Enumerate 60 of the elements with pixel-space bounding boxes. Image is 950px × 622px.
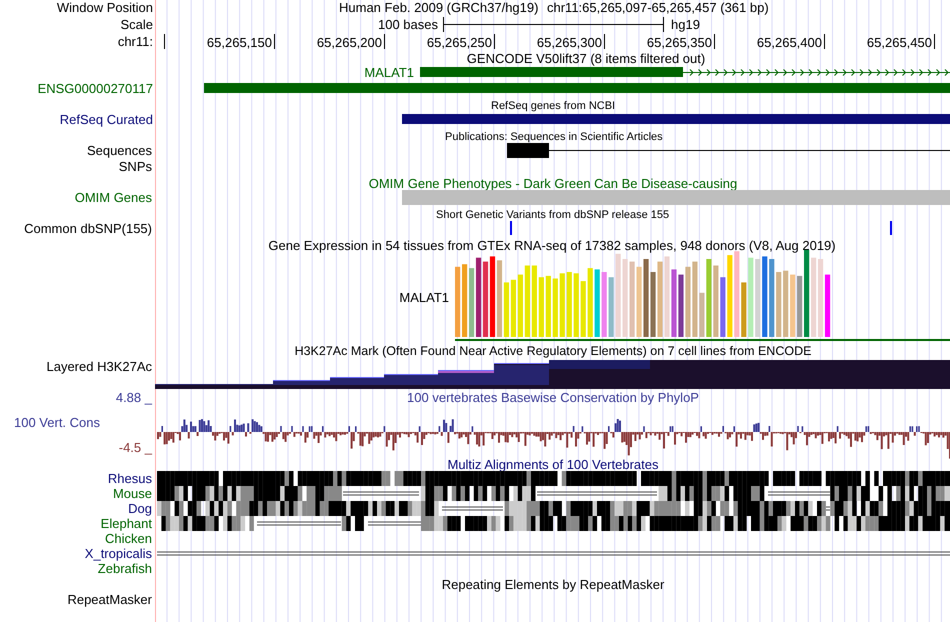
species-label[interactable]: Zebrafish (98, 561, 152, 576)
species-label[interactable]: X_tropicalis (84, 546, 152, 561)
track-label[interactable]: RefSeq Curated (60, 112, 153, 127)
axis-max: 4.88 _ (116, 390, 152, 405)
ruler-tick (934, 34, 935, 50)
row-label: Window Position (56, 0, 153, 15)
track-label[interactable]: Sequences (86, 143, 152, 158)
ruler-label: 65,265,350 (646, 35, 712, 50)
axis-min: -4.5 _ (118, 440, 152, 455)
signal-drawing[interactable] (155, 360, 950, 389)
gene-label[interactable]: MALAT1 (399, 290, 449, 305)
position-text: chr11:65,265,097-65,265,457 (361 bp) (547, 0, 769, 15)
track-title: Gene Expression in 54 tissues from GTEx RNA-seq of 17382 samples, 948 donors (V8, Aug 2019) (268, 238, 836, 253)
track-title: Short Genetic Variants from dbSNP release 155 (436, 209, 670, 221)
ruler-tick (274, 34, 275, 50)
ruler-tick (164, 34, 165, 50)
species-label[interactable]: Chicken (105, 531, 152, 546)
track-title: GENCODE V50lift37 (8 items filtered out) (466, 51, 706, 66)
track-title: Publications: Sequences in Scientific Articles (445, 131, 663, 143)
conservation-plot-drawing[interactable] (157, 419, 950, 459)
ruler-tick (824, 34, 825, 50)
track-title: Repeating Elements by RepeatMasker (442, 577, 664, 592)
track-title: 100 vertebrates Basewise Conservation by PhyloP (407, 390, 699, 405)
species-label[interactable]: Mouse (112, 486, 152, 501)
track-label[interactable]: Layered H3K27Ac (46, 359, 152, 374)
ruler-label: 65,265,250 (426, 35, 492, 50)
assembly-title: Human Feb. 2009 (GRCh37/hg19) (339, 0, 538, 15)
scale-length: 100 bases (378, 17, 438, 32)
track-label[interactable]: SNPs (118, 159, 152, 174)
row-label: Scale (120, 17, 153, 32)
alignment-row-drawing[interactable] (157, 501, 950, 516)
row-label: chr11: (118, 34, 153, 49)
ruler-tick (604, 34, 605, 50)
gene-label[interactable]: MALAT1 (364, 65, 414, 80)
ruler-label: 65,265,300 (536, 35, 602, 50)
ruler-label: 65,265,200 (316, 35, 382, 50)
track-title: OMIM Gene Phenotypes - Dark Green Can Be Disease-causing (368, 176, 738, 191)
species-label[interactable]: Elephant (100, 516, 152, 531)
alignment-row-drawing[interactable] (157, 486, 950, 501)
track-title: H3K27Ac Mark (Often Found Near Active Regulatory Elements) on 7 cell lines from ENCODE (294, 344, 812, 358)
track-label[interactable]: ENSG00000270117 (38, 81, 153, 96)
ruler-tick (494, 34, 495, 50)
track-label[interactable]: Common dbSNP(155) (24, 221, 152, 236)
ruler-label: 65,265,450 (866, 35, 932, 50)
ruler-label: 65,265,150 (206, 35, 272, 50)
alignment-row-drawing[interactable] (157, 471, 950, 486)
ruler-label: 65,265,400 (756, 35, 822, 50)
track-label[interactable]: 100 Vert. Cons (14, 415, 100, 430)
alignment-row-drawing[interactable] (161, 516, 950, 531)
scale-assembly: hg19 (671, 17, 700, 32)
track-label[interactable]: RepeatMasker (67, 592, 152, 607)
sequence-feature[interactable] (507, 143, 950, 158)
species-label[interactable]: Dog (128, 501, 152, 516)
ruler-tick (384, 34, 385, 50)
gene-model[interactable] (420, 67, 950, 77)
species-label[interactable]: Rhesus (108, 471, 152, 486)
track-title: RefSeq genes from NCBI (491, 100, 616, 112)
track-title: Multiz Alignments of 100 Vertebrates (448, 457, 658, 472)
track-label[interactable]: OMIM Genes (74, 190, 152, 205)
ruler-tick (714, 34, 715, 50)
